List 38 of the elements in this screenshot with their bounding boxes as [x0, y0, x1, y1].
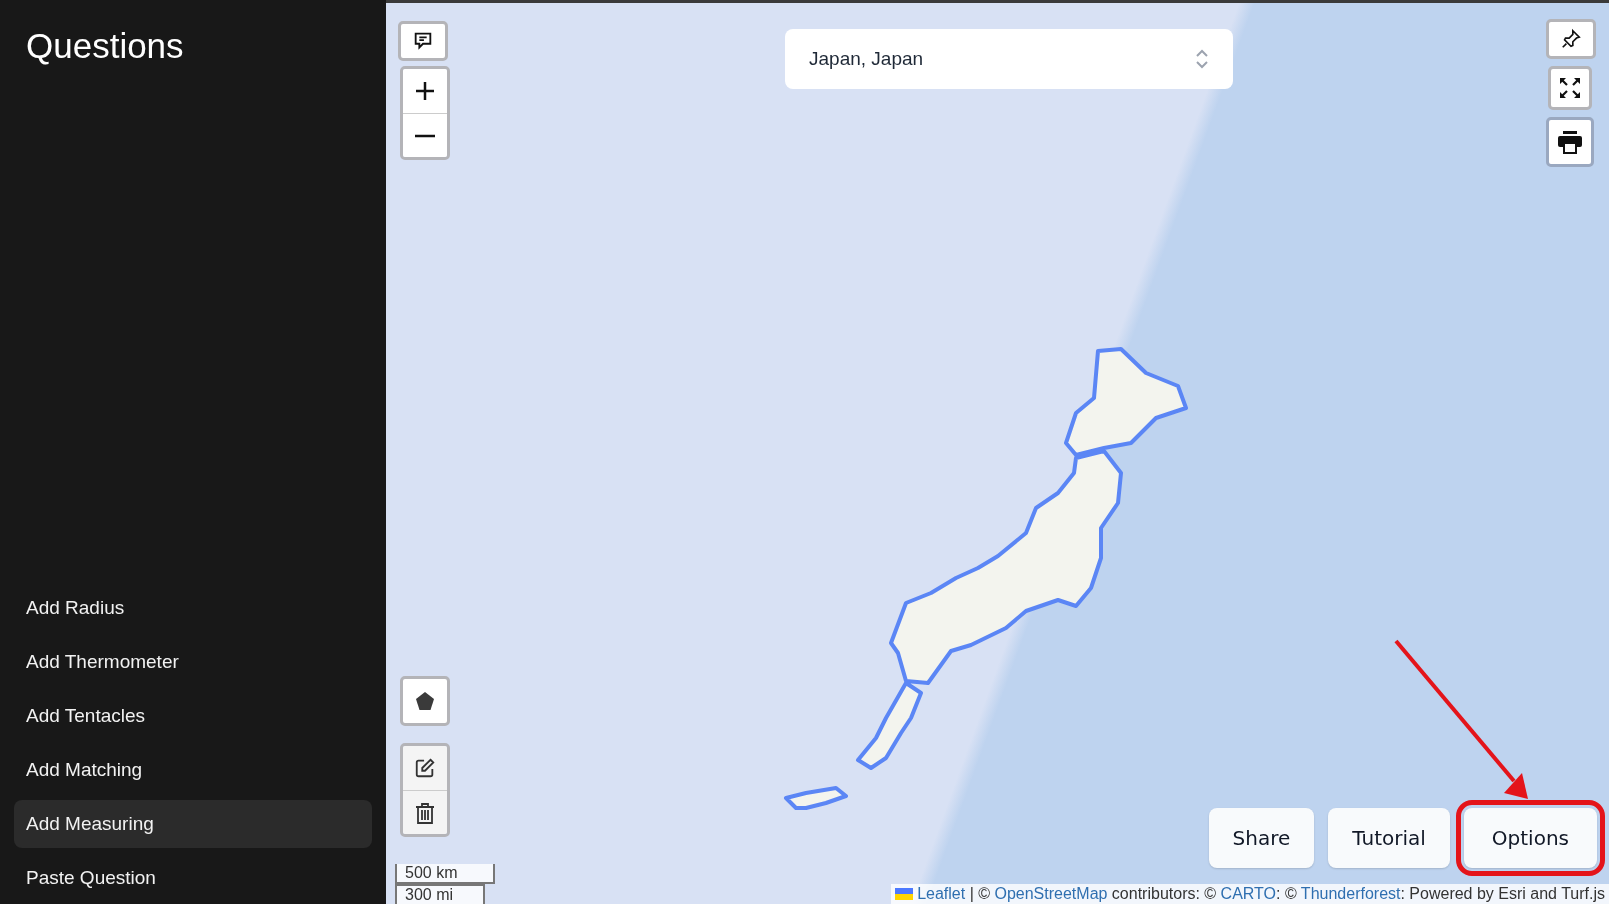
scale-bar: 500 km: [395, 864, 495, 884]
question-chat-button[interactable]: [398, 21, 448, 61]
expand-arrows-icon: [1558, 76, 1582, 100]
pin-button[interactable]: [1546, 19, 1596, 59]
attribution-text: Leaflet | © OpenStreetMap contributors: © CARTO: © Thunderforest: Powered by Esri and Turf.js: [917, 885, 1605, 903]
edit-pencil-icon: [414, 757, 436, 779]
zoom-in-button[interactable]: [403, 69, 447, 113]
trash-icon: [415, 801, 435, 824]
sidebar-item[interactable]: Add Thermometer: [14, 638, 372, 686]
sidebar-item[interactable]: Add Matching: [14, 746, 372, 794]
attribution-link[interactable]: OpenStreetMap: [994, 885, 1108, 902]
select-value: Japan, Japan: [809, 48, 924, 70]
chat-question-icon: [412, 30, 434, 52]
sidebar-item[interactable]: Add Tentacles: [14, 692, 372, 740]
draw-polygon-button[interactable]: [400, 676, 450, 726]
delete-button[interactable]: [403, 790, 447, 834]
print-button[interactable]: [1546, 117, 1594, 167]
sidebar-item[interactable]: Paste Question: [14, 854, 372, 902]
map-action-button[interactable]: Share: [1208, 808, 1315, 868]
flag-icon: [895, 888, 914, 900]
sidebar-item[interactable]: Add Measuring: [14, 800, 372, 848]
scale-bar: 300 mi: [395, 884, 485, 904]
location-select[interactable]: Japan, Japan: [785, 29, 1233, 89]
minus-icon: [414, 133, 436, 138]
attribution-link[interactable]: Leaflet: [917, 885, 966, 902]
sidebar-title: Questions: [26, 26, 185, 66]
attribution-link[interactable]: Thunderforest: [1300, 885, 1401, 902]
map-action-button[interactable]: Tutorial: [1328, 808, 1450, 868]
pushpin-icon: [1560, 28, 1582, 50]
sidebar-item[interactable]: Add Radius: [14, 584, 372, 632]
plus-icon: [414, 80, 436, 102]
up-down-chevron-icon: [1195, 48, 1209, 70]
zoom-out-button[interactable]: [403, 113, 447, 157]
pentagon-icon: [415, 691, 435, 711]
attribution-link[interactable]: CARTO: [1220, 885, 1276, 902]
edit-button[interactable]: [403, 746, 447, 790]
printer-icon: [1557, 130, 1583, 154]
fullscreen-button[interactable]: [1548, 66, 1592, 110]
